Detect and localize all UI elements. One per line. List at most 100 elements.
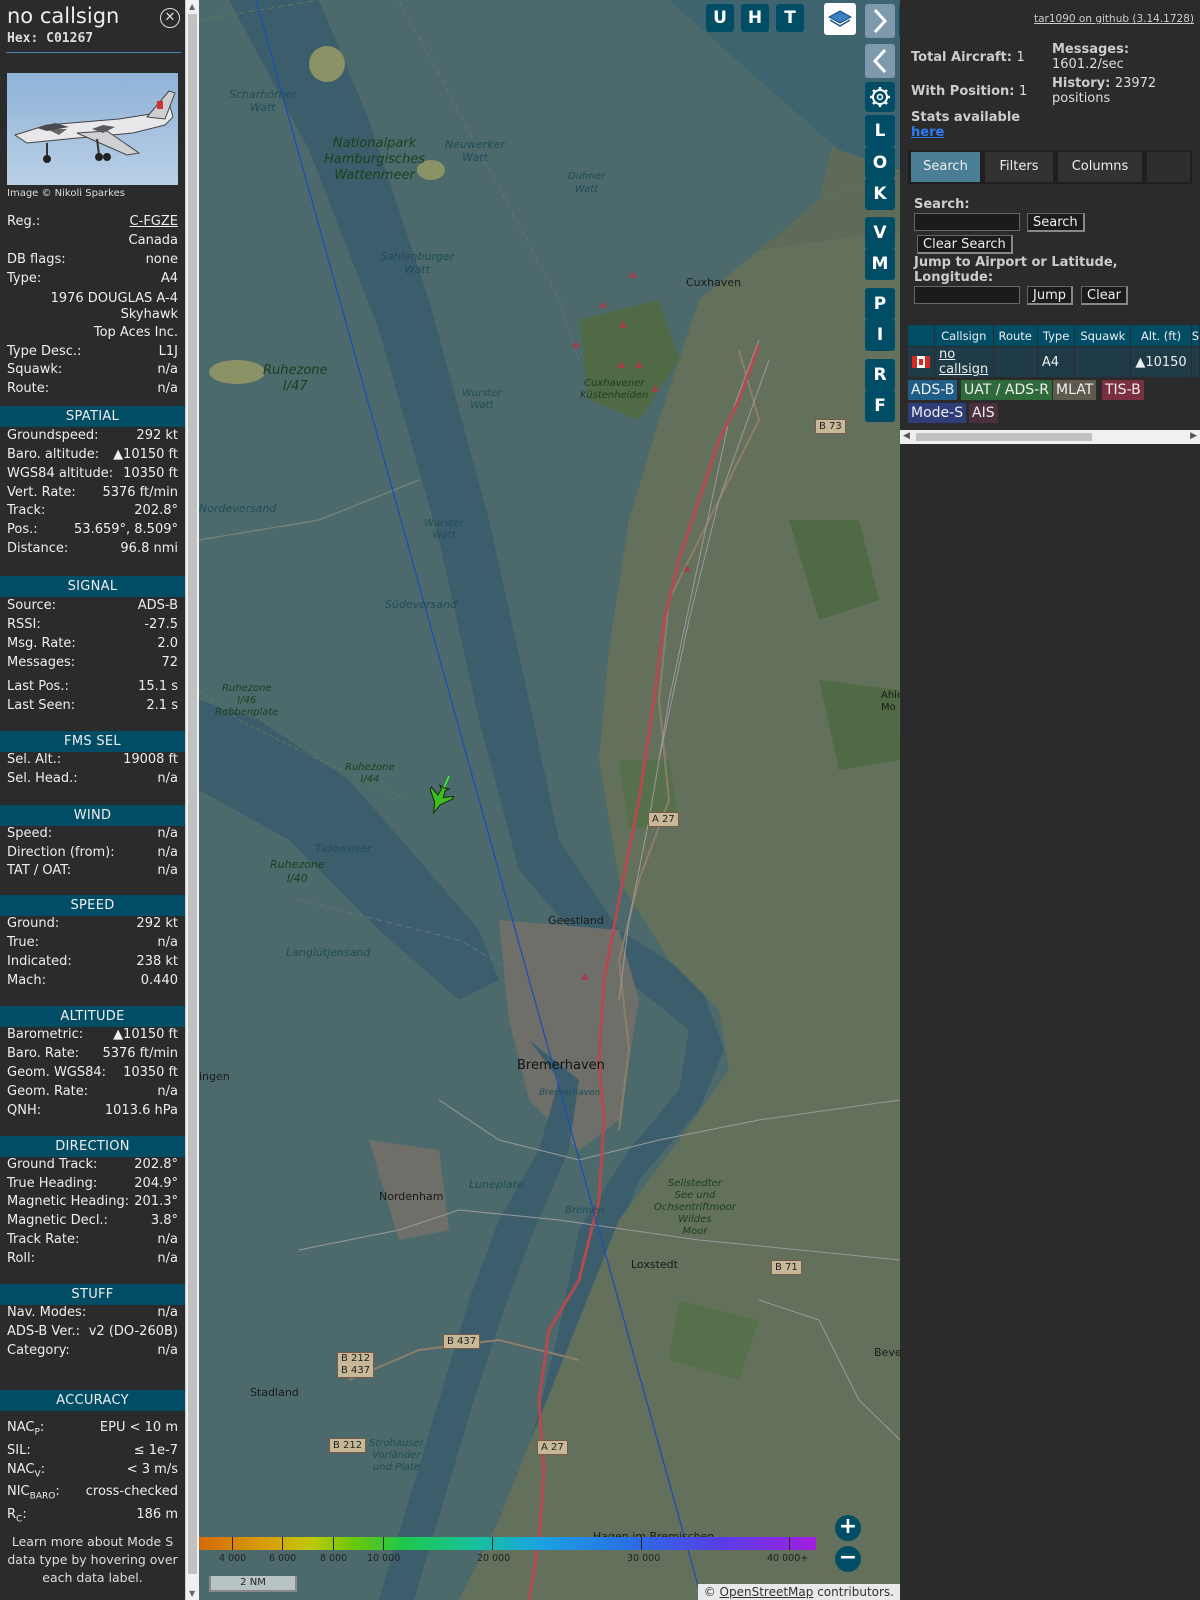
source-badge[interactable]: AIS [969,403,998,423]
legend-tick-label: 8 000 [320,1553,348,1564]
toggle-f-button[interactable]: F [865,390,895,422]
operator: Top Aces Inc. [93,325,178,340]
clear-search-button[interactable]: Clear Search [917,235,1013,254]
history: History: 23972 [1052,76,1157,91]
stats-link[interactable]: here [911,125,944,140]
map-label: Bremen [565,1205,605,1216]
map-label: Luneplate [469,1178,524,1191]
zoom-out-button[interactable]: − [835,1546,861,1572]
toggle-i-button[interactable]: I [865,319,895,351]
history-value-line2: positions [1052,91,1111,106]
scale-line: 2 NM [209,1576,297,1592]
sidebar-scrollbar[interactable]: ▲ ▼ [185,0,199,1600]
altitude-legend: 4 000 6 000 8 000 10 000 20 000 30 000 40 000+ [199,1537,819,1564]
toggle-h-button[interactable]: H [741,4,769,32]
collapse-panel-button[interactable] [865,44,895,78]
scroll-right-icon[interactable]: ▶ [1190,431,1197,441]
col-type[interactable]: Type [1036,324,1076,347]
tab-search[interactable]: Search [911,152,980,182]
search-input[interactable] [914,213,1020,231]
label: Reg.: [7,214,41,229]
toggle-m-button[interactable]: M [865,248,895,280]
table-horizontal-scrollbar[interactable]: ◀ ▶ [900,430,1200,444]
registration-link[interactable]: C-FGZE [130,212,178,231]
value: n/a [157,935,178,950]
label: True: [7,935,39,950]
stuff-row: Category: n/a [7,1341,178,1360]
toggle-r-button[interactable]: R [865,359,895,391]
hscroll-thumb[interactable] [916,433,1092,441]
value: none [145,252,178,267]
col-alt[interactable]: Alt. (ft) [1130,324,1192,347]
tab-empty [1147,152,1190,182]
label: Barometric: [7,1027,84,1042]
label: Baro. altitude: [7,447,100,462]
value: -27.5 [144,617,178,632]
scroll-up-icon[interactable]: ▲ [189,2,195,11]
map-label: Ruhezone I/44 [345,762,395,785]
type-cell: A4 [1036,346,1076,378]
scroll-left-icon[interactable]: ◀ [903,431,910,441]
map-view[interactable]: Scharhörner Watt Nationalpark Hamburgische… [199,0,900,1600]
road-sign: A 27 [648,812,679,827]
jump-input[interactable] [914,286,1020,304]
tab-filters[interactable]: Filters [985,152,1053,182]
table-row[interactable]: no callsign A4 ▲10150 [907,346,1200,378]
callsign-cell[interactable]: no callsign [934,346,994,378]
map-label: Ruhezone I/46 Robbenplate [215,683,279,718]
value: 96.8 nmi [120,541,178,556]
signal-row: Last Seen: 2.1 s [7,696,178,715]
col-speed[interactable]: S [1190,324,1200,347]
with-position: With Position: 1 [911,84,1028,99]
section-header-wind: WIND [0,805,185,826]
source-badge[interactable]: TIS-B [1102,380,1144,400]
source-badge[interactable]: Mode-S [908,403,967,423]
panel-tabs: Search Filters Columns [908,150,1192,184]
label: Type Desc.: [7,344,82,359]
col-callsign[interactable]: Callsign [934,324,994,347]
value: EPU < 10 m [99,1420,178,1435]
map-label: Nordenham [379,1190,444,1203]
github-link[interactable]: tar1090 on github (3.14.1728) [1034,13,1194,25]
road-sign: B 212 B 437 [337,1352,375,1378]
toggle-v-button[interactable]: V [865,217,895,249]
settings-button[interactable] [865,82,895,112]
legend-tick-label: 6 000 [269,1553,297,1564]
info-typedesc-row: Type Desc.: L1J [7,342,178,361]
col-route[interactable]: Route [992,324,1038,347]
source-badge[interactable]: ADS-B [908,380,958,400]
map-label: Cuxhavener Küstenheiden [580,378,649,401]
close-icon[interactable]: ✕ [160,8,180,28]
toggle-u-button[interactable]: U [706,4,734,32]
toggle-t-button[interactable]: T [776,4,804,32]
zoom-in-button[interactable]: + [835,1515,861,1541]
acc-nacp-row: NACP: EPU < 10 m [7,1418,178,1438]
expand-sidebar-button[interactable] [865,4,895,38]
callsign-link[interactable]: no callsign [939,347,988,377]
clear-button[interactable]: Clear [1081,286,1128,305]
value: 0.440 [140,973,178,988]
toggle-k-button[interactable]: K [865,178,895,210]
jump-label: Jump to Airport or Latitude, Longitude: [914,255,1118,285]
layers-button[interactable] [824,3,856,35]
toggle-o-button[interactable]: O [865,147,895,179]
source-badge[interactable]: UAT / ADS-R [961,380,1052,400]
col-squawk[interactable]: Squawk [1074,324,1132,347]
gear-icon [870,87,890,107]
tab-columns[interactable]: Columns [1058,152,1142,182]
scrollbar-thumb[interactable] [188,14,197,1574]
legend-tick-label: 4 000 [219,1553,247,1564]
source-badge[interactable]: MLAT [1053,380,1097,400]
info-squawk-row: Squawk: n/a [7,360,178,379]
scroll-down-icon[interactable]: ▼ [189,1589,195,1598]
col-flag[interactable] [907,324,935,347]
toggle-p-button[interactable]: P [865,288,895,320]
toggle-l-button[interactable]: L [865,115,895,147]
map-label: Südeversand [385,598,457,611]
value: 5376 ft/min [102,485,178,500]
search-button[interactable]: Search [1027,213,1085,232]
spatial-row: Track: 202.8° [7,501,178,520]
osm-link[interactable]: OpenStreetMap [720,1585,814,1599]
jump-button[interactable]: Jump [1027,286,1073,305]
label: Speed: [7,826,53,841]
